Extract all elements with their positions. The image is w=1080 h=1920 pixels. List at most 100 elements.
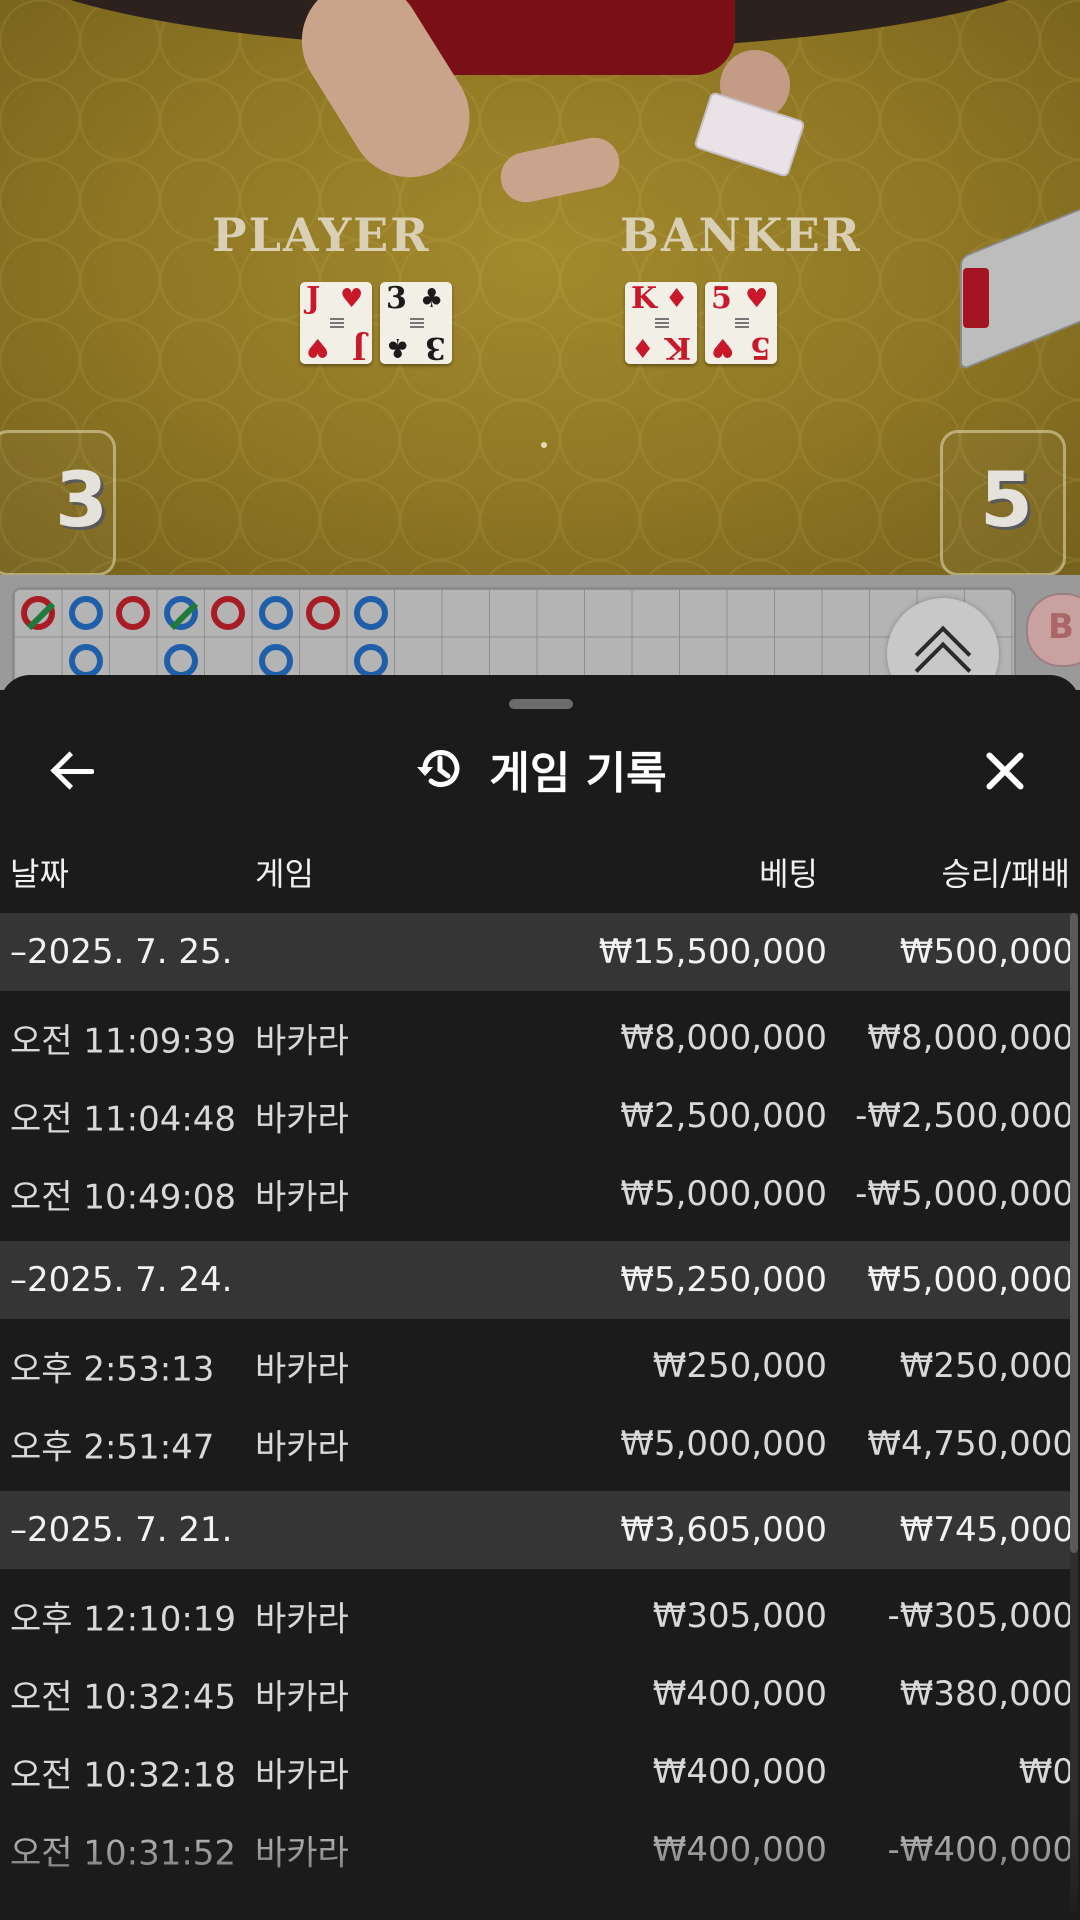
banker-badge-label: B: [1048, 607, 1074, 647]
player-bead: [68, 596, 103, 630]
player-bead: [163, 596, 198, 631]
row-bet: ₩400,000: [652, 1674, 827, 1714]
row-time: 오후 2:53:13: [10, 1349, 215, 1390]
group-bet-total: ₩3,605,000: [620, 1510, 827, 1550]
history-row[interactable]: 오전 11:09:39 바카라 ₩8,000,000 ₩8,000,000: [0, 999, 1074, 1077]
card-rank-rotated: 3: [425, 330, 446, 365]
tie-mark: [169, 601, 198, 631]
history-row[interactable]: 오전 10:49:08 바카라 ₩5,000,000 -₩5,000,000: [0, 1155, 1074, 1233]
sheet-title: 게임 기록: [489, 748, 667, 799]
dealer: [405, 0, 735, 75]
playing-card: K ♦ K ♦: [625, 281, 697, 365]
close-button[interactable]: [970, 735, 1042, 807]
player-bead: [68, 643, 103, 678]
player-bead: [353, 643, 388, 678]
row-time: 오전 10:49:08: [10, 1177, 237, 1218]
table-felt: [0, 0, 1080, 575]
date-group-row[interactable]: –2025. 7. 25. ₩15,500,000 ₩500,000: [0, 913, 1074, 991]
sheet-header: 게임 기록: [0, 737, 1080, 807]
banker-badge: B: [1026, 593, 1080, 667]
scrollbar-thumb[interactable]: [1070, 913, 1078, 1553]
list-fade: [0, 1810, 1080, 1920]
banker-bead: [211, 596, 245, 630]
row-bet: ₩2,500,000: [620, 1096, 827, 1136]
row-time: 오전 10:32:18: [10, 1755, 237, 1796]
row-game: 바카라: [255, 1177, 349, 1218]
column-header-game[interactable]: 게임: [255, 849, 314, 895]
card-center-mark: [330, 318, 344, 330]
player-bead: [258, 643, 293, 678]
card-center-mark: [410, 318, 424, 330]
history-icon: [413, 743, 465, 795]
row-win-loss: -₩2,500,000: [855, 1096, 1074, 1136]
row-bet: ₩305,000: [652, 1596, 827, 1636]
card-center-mark: [655, 318, 669, 330]
card-suit: ♥: [340, 284, 364, 314]
column-header-win-loss[interactable]: 승리/패배: [941, 849, 1070, 895]
row-time: 오전 10:32:45: [10, 1677, 237, 1718]
card-rank: K: [631, 281, 658, 316]
history-row[interactable]: 오전 11:04:48 바카라 ₩2,500,000 -₩2,500,000: [0, 1077, 1074, 1155]
row-game: 바카라: [255, 1599, 349, 1640]
row-game: 바카라: [255, 1677, 349, 1718]
playing-card: 3 ♣ 3 ♣: [380, 281, 452, 365]
card-suit-rotated: ♣: [386, 332, 410, 362]
history-row[interactable]: 오후 2:53:13 바카라 ₩250,000 ₩250,000: [0, 1327, 1074, 1405]
history-row[interactable]: 오후 12:10:19 바카라 ₩305,000 -₩305,000: [0, 1577, 1075, 1655]
row-bet: ₩5,000,000: [620, 1424, 827, 1464]
row-bet: ₩5,000,000: [620, 1174, 827, 1214]
card-shoe-card: [963, 268, 989, 328]
card-suit: ♥: [745, 284, 769, 314]
card-suit: ♣: [420, 284, 444, 314]
card-rank-rotated: 5: [750, 330, 771, 365]
card-suit-rotated: ♥: [306, 332, 330, 362]
group-bet-total: ₩15,500,000: [598, 932, 827, 972]
column-header-date[interactable]: 날짜: [10, 849, 69, 895]
history-row[interactable]: 오전 10:32:45 바카라 ₩400,000 ₩380,000: [0, 1655, 1074, 1733]
table-dot: [541, 442, 547, 448]
player-bead: [258, 596, 293, 630]
row-game: 바카라: [255, 1099, 349, 1140]
playing-card: 5 ♥ 5 ♥: [705, 281, 777, 365]
date-group-row[interactable]: –2025. 7. 24. ₩5,250,000 ₩5,000,000: [0, 1241, 1074, 1319]
row-win-loss: -₩305,000: [887, 1596, 1075, 1636]
row-bet: ₩400,000: [652, 1752, 827, 1792]
row-win-loss: ₩4,750,000: [867, 1424, 1074, 1464]
row-bet: ₩8,000,000: [620, 1018, 827, 1058]
date-group-row[interactable]: –2025. 7. 21. ₩3,605,000 ₩745,000: [0, 1491, 1074, 1569]
row-time: 오후 12:10:19: [10, 1599, 237, 1640]
history-list: –2025. 7. 25. ₩15,500,000 ₩500,000 오전 11:09…: [0, 913, 1075, 1897]
scoreboard-strip: B: [0, 575, 1080, 710]
sheet-drag-handle[interactable]: [509, 699, 573, 709]
group-win-loss-total: ₩5,000,000: [867, 1260, 1074, 1300]
row-time: 오전 11:09:39: [10, 1021, 237, 1062]
row-game: 바카라: [255, 1755, 349, 1796]
player-bead: [353, 596, 388, 630]
history-row[interactable]: 오후 2:51:47 바카라 ₩5,000,000 ₩4,750,000: [0, 1405, 1074, 1483]
group-date: –2025. 7. 24.: [10, 1260, 233, 1300]
card-suit: ♦: [665, 284, 689, 314]
row-time: 오전 11:04:48: [10, 1099, 237, 1140]
card-suit-rotated: ♦: [631, 332, 655, 362]
history-row[interactable]: 오전 10:32:18 바카라 ₩400,000 ₩0: [0, 1733, 1074, 1811]
column-header-bet[interactable]: 베팅: [759, 849, 818, 895]
card-rank: 5: [711, 281, 732, 316]
card-suit-rotated: ♥: [711, 332, 735, 362]
playing-card: J ♥ J ♥: [300, 281, 372, 365]
row-win-loss: ₩0: [1018, 1752, 1074, 1792]
tie-mark: [26, 601, 56, 631]
scrollbar[interactable]: [1070, 913, 1078, 1913]
row-game: 바카라: [255, 1021, 349, 1062]
card-rank: J: [306, 281, 321, 316]
row-win-loss: -₩5,000,000: [855, 1174, 1074, 1214]
banker-label: BANKER: [620, 208, 862, 262]
card-rank: 3: [386, 281, 407, 316]
row-bet: ₩250,000: [652, 1346, 827, 1386]
banker-score: 5: [980, 455, 1033, 544]
game-history-sheet: 게임 기록 날짜 게임 베팅 승리/패배 –2025. 7. 25. ₩15,50…: [0, 675, 1080, 1920]
group-win-loss-total: ₩500,000: [899, 932, 1074, 972]
